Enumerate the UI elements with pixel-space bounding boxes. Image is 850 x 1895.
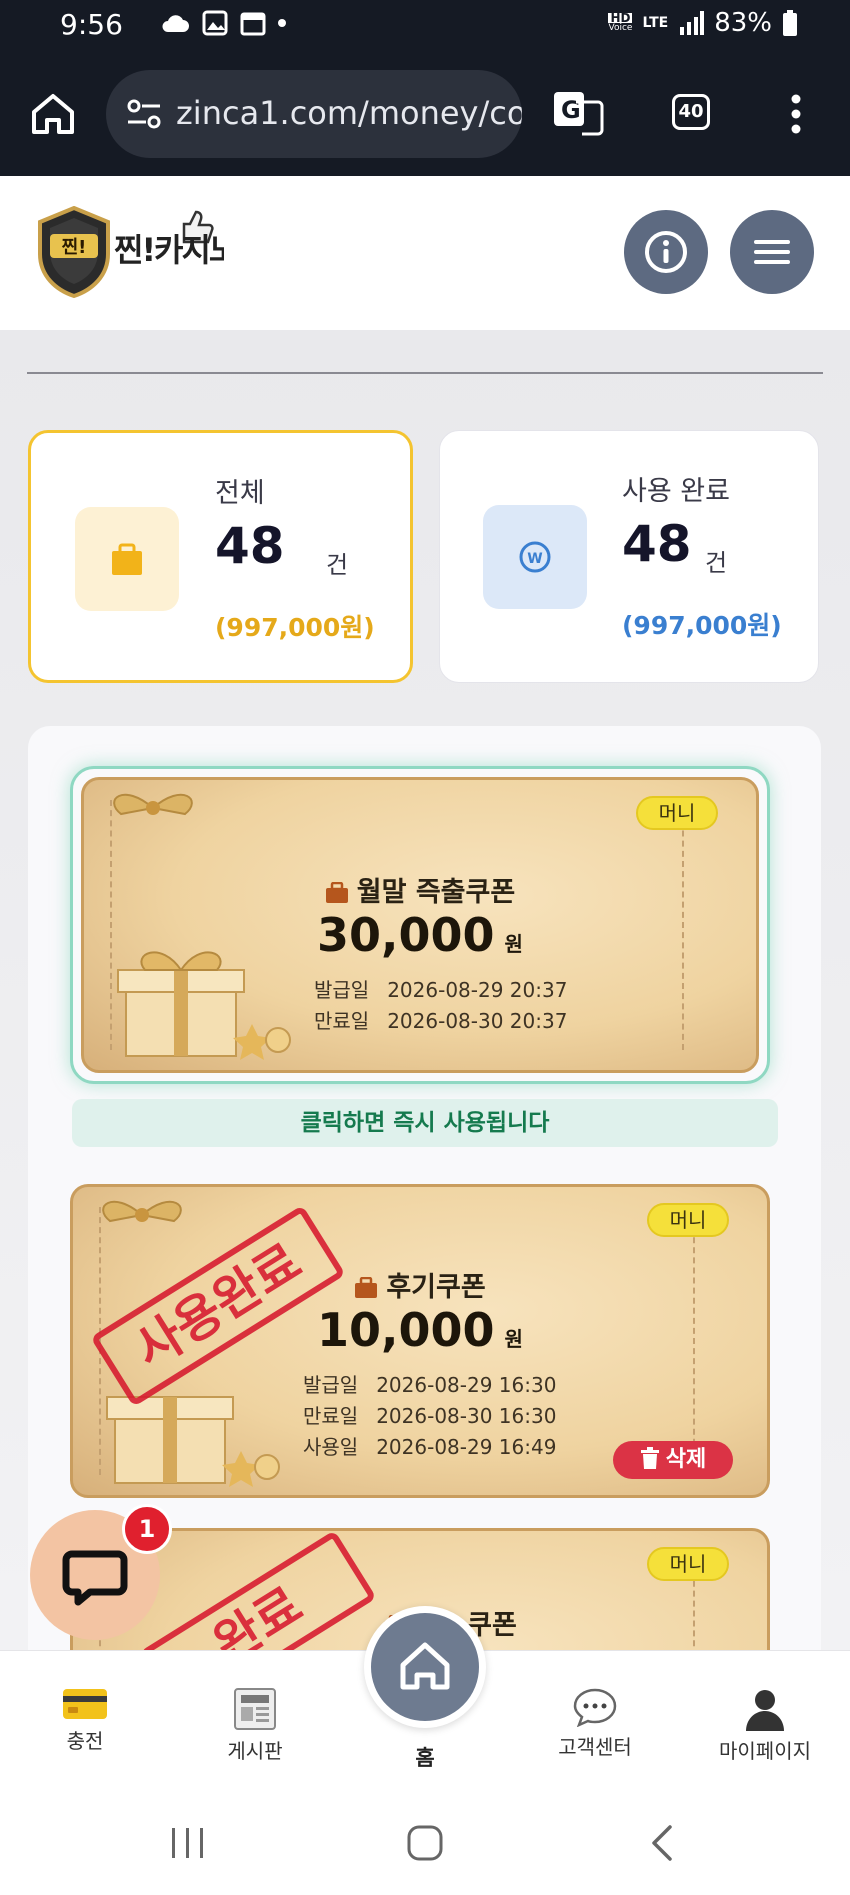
svg-text:찐!: 찐! (62, 237, 87, 258)
stat-used-unit: 건 (705, 549, 728, 577)
money-badge: 머니 (647, 1547, 729, 1581)
stat-used-count: 48 (622, 515, 692, 573)
translate-icon[interactable]: G (552, 90, 604, 138)
hamburger-icon (754, 240, 790, 264)
image-icon (202, 10, 228, 36)
user-icon (746, 1690, 784, 1731)
recent-apps-icon[interactable] (170, 1826, 206, 1860)
use-hint[interactable]: 클릭하면 즉시 사용됩니다 (72, 1099, 778, 1147)
stat-used-label: 사용 완료 (622, 476, 730, 507)
coupon-page: 전체 48 건 (997,000원) W 사용 완료 48 건 (997,000… (0, 330, 850, 1650)
coupon-issued-row: 발급일 2026-08-29 20:37 (314, 978, 568, 1002)
briefcase-icon (355, 1276, 378, 1298)
stat-total-label: 전체 (215, 478, 265, 509)
coupon-title: 월말 즉출쿠폰 (84, 870, 756, 909)
newspaper-icon (234, 1688, 276, 1730)
stat-used-amount: (997,000원) (622, 611, 782, 640)
cloud-icon (162, 15, 189, 32)
status-bar: 9:56 HD Voice LTE 83% (0, 0, 850, 52)
svg-text:G: G (561, 96, 581, 124)
speech-bubble-icon (573, 1688, 617, 1727)
calendar-icon (240, 12, 266, 36)
coupon-ticket: 머니 월말 즉출쿠폰 30,000 원 발급일 2026-08-29 20:37 만… (81, 777, 759, 1073)
briefcase-icon (112, 543, 142, 575)
stat-card-total[interactable]: 전체 48 건 (997,000원) (28, 430, 413, 683)
ribbon-bow-icon (113, 793, 193, 816)
back-icon[interactable] (650, 1824, 674, 1862)
coupon-used-row: 사용일 2026-08-29 16:49 (303, 1435, 557, 1459)
credit-card-icon (63, 1689, 107, 1719)
trash-icon (640, 1447, 659, 1469)
stat-total-amount: (997,000원) (215, 613, 375, 642)
stat-card-used[interactable]: W 사용 완료 48 건 (997,000원) (439, 430, 819, 683)
logo-emblem-icon: 찐! (38, 206, 110, 298)
delete-button[interactable]: 삭제 (613, 1441, 733, 1479)
money-badge: 머니 (647, 1203, 729, 1237)
svg-text:W: W (527, 551, 542, 567)
info-icon (645, 231, 687, 273)
system-nav-bar (0, 1790, 850, 1895)
coupon-card[interactable]: 머니 후기쿠폰 10,000 원 발급일 2026-08-29 16:30 만료일 2… (70, 1184, 770, 1498)
stat-icon-box-total (75, 507, 179, 611)
won-coin-icon: W (519, 541, 551, 573)
section-divider (27, 372, 823, 374)
more-menu-icon[interactable] (790, 94, 802, 134)
battery-percent: 83% (714, 8, 772, 38)
coupon-ticket: 머니 후기쿠폰 10,000 원 발급일 2026-08-29 16:30 만료일 2… (70, 1184, 770, 1498)
briefcase-icon (325, 881, 348, 903)
browser-toolbar: zinca1.com/money/co G 40 (0, 52, 850, 176)
coupon-card[interactable]: 머니 월말 즉출쿠폰 30,000 원 발급일 2026-08-29 20:37 만… (70, 766, 770, 1084)
coupon-expires-row: 만료일 2026-08-30 20:37 (314, 1009, 568, 1033)
hd-voice-icon: HD Voice (608, 11, 633, 33)
chat-button[interactable]: 1 (30, 1504, 172, 1640)
site-header: 찐! 찐!카지노 (0, 176, 850, 330)
coupon-expires-row: 만료일 2026-08-30 16:30 (303, 1404, 557, 1428)
site-logo[interactable]: 찐! 찐!카지노 (34, 206, 224, 298)
money-badge: 머니 (636, 796, 718, 830)
url-text: zinca1.com/money/co (176, 94, 522, 132)
ribbon-bow-icon (102, 1200, 182, 1223)
home-label: 홈 (415, 1746, 435, 1770)
menu-button[interactable] (730, 210, 814, 294)
dot-icon (278, 19, 286, 27)
tabs-button[interactable]: 40 (672, 94, 710, 130)
chat-notification-badge: 1 (122, 1504, 172, 1554)
status-time: 9:56 (60, 8, 123, 41)
signal-icon (680, 11, 705, 35)
stat-total-count: 48 (215, 517, 285, 575)
site-settings-icon[interactable] (126, 98, 162, 130)
home-icon[interactable] (30, 92, 76, 136)
stat-icon-box-used: W (483, 505, 587, 609)
stat-total-unit: 건 (326, 551, 349, 579)
info-button[interactable] (624, 210, 708, 294)
coupon-amount: 30,000 원 (317, 908, 523, 962)
network-type: LTE (642, 15, 669, 31)
coupon-issued-row: 발급일 2026-08-29 16:30 (303, 1373, 557, 1397)
notification-icons (160, 10, 286, 36)
logo-text: 찐!카지노 (114, 232, 224, 268)
battery-icon (783, 10, 797, 36)
home-icon (400, 1642, 450, 1690)
home-nav-icon[interactable] (406, 1824, 444, 1862)
status-right: HD Voice LTE 83% (608, 8, 798, 38)
url-bar[interactable]: zinca1.com/money/co (106, 70, 522, 158)
home-button[interactable] (364, 1606, 486, 1728)
